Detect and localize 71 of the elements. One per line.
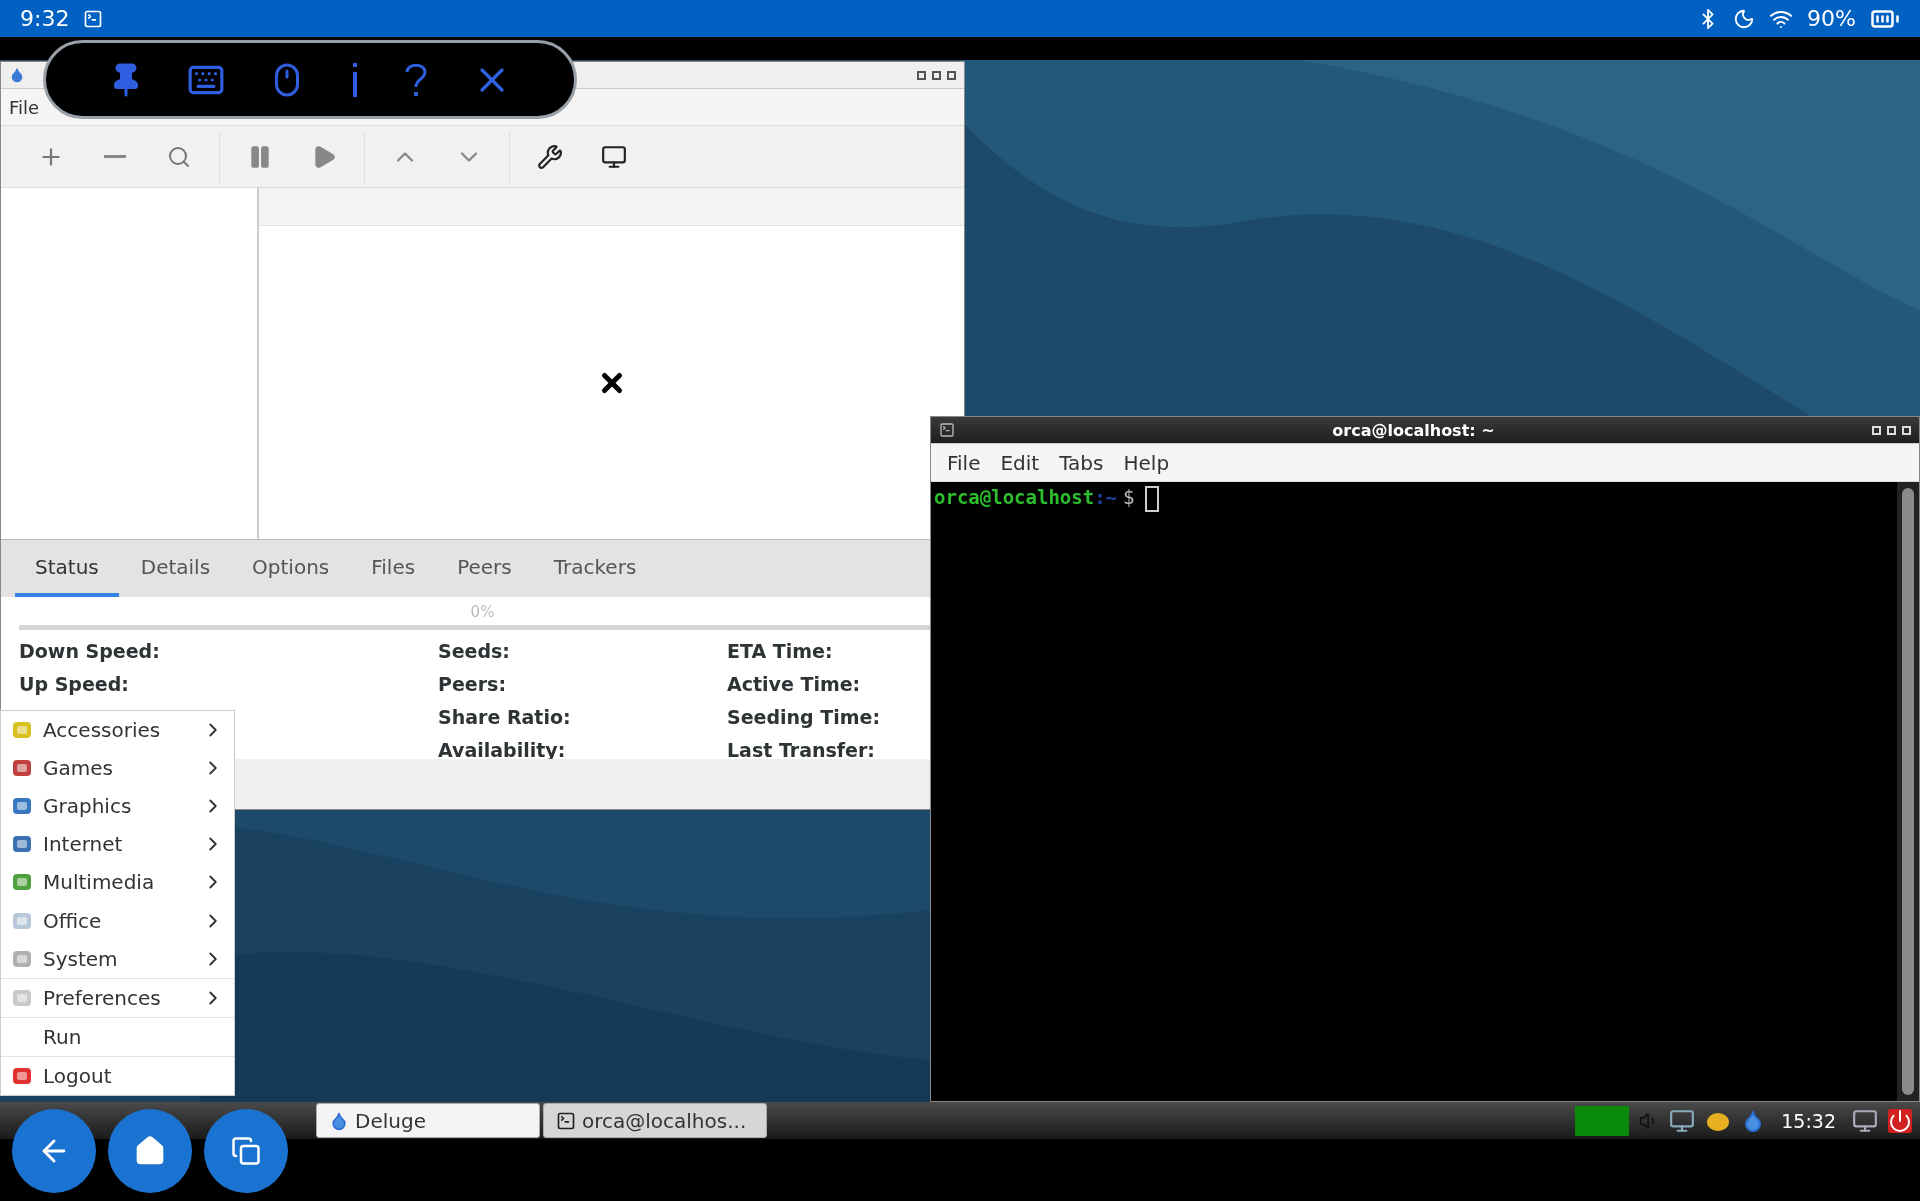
menu-item[interactable]: Office <box>1 901 234 940</box>
display-icon[interactable] <box>1852 1107 1878 1134</box>
monitor-icon <box>601 143 627 170</box>
text-cursor <box>1144 486 1159 512</box>
search-icon <box>167 144 191 169</box>
menu-label: System <box>43 946 119 971</box>
wrench-icon <box>537 143 563 170</box>
tab[interactable]: Files <box>351 540 436 597</box>
progress-label: 0% <box>470 603 495 621</box>
tab[interactable]: Peers <box>437 540 532 597</box>
window-title: orca@localhost: ~ <box>1331 420 1496 440</box>
menu-item[interactable]: Edit <box>994 448 1046 477</box>
menu-label: Internet <box>43 832 124 857</box>
terminal-icon <box>939 422 955 438</box>
menu-item[interactable]: File <box>9 94 40 120</box>
scrollbar-thumb[interactable] <box>1902 488 1914 1095</box>
taskbar-button[interactable]: orca@localhos... <box>543 1103 767 1138</box>
field-label: Peers: <box>438 672 507 697</box>
cpu-monitor <box>1575 1105 1630 1136</box>
clock-time: 15:32 <box>1781 1109 1836 1132</box>
tab[interactable]: Options <box>232 540 350 597</box>
field-label: Up Speed: <box>19 672 130 697</box>
menu-label: Logout <box>43 1063 113 1088</box>
field-label: Share Ratio: <box>438 705 572 730</box>
menu-item[interactable]: Graphics <box>1 787 234 826</box>
taskbar-button[interactable]: Deluge <box>316 1103 540 1138</box>
prompt-symbol: $ <box>1123 486 1135 508</box>
menu-item[interactable]: Internet <box>1 825 234 864</box>
menu-item[interactable]: Accessories <box>1 711 234 750</box>
menu-item[interactable]: File <box>941 448 987 477</box>
moon-icon <box>1733 7 1756 30</box>
menu-item[interactable]: Run <box>1 1016 234 1056</box>
drop-icon <box>329 1110 349 1131</box>
menu-item[interactable]: System <box>1 939 234 978</box>
field-label: Active Time: <box>727 672 862 697</box>
terminal-icon <box>83 8 104 29</box>
field-label: ETA Time: <box>727 639 834 664</box>
home-icon <box>134 1134 166 1167</box>
menu-item[interactable]: Games <box>1 749 234 788</box>
app-icon <box>9 67 25 83</box>
prompt-user: orca@localhost <box>934 486 1095 508</box>
power-icon[interactable] <box>1888 1108 1912 1133</box>
menu-label: Office <box>43 908 103 933</box>
menu-item[interactable]: Multimedia <box>1 863 234 902</box>
tab[interactable]: Trackers <box>533 540 657 597</box>
terminal-icon <box>556 1110 576 1131</box>
menu-label: Run <box>43 1024 83 1049</box>
menu-item[interactable]: Help <box>1117 448 1176 477</box>
minus-icon <box>104 155 126 158</box>
recents-icon <box>231 1135 261 1166</box>
prompt-path: :~ <box>1094 486 1118 508</box>
field-label: Seeds: <box>438 639 511 664</box>
menu-label: Accessories <box>43 718 162 743</box>
menu-label: Preferences <box>43 985 162 1010</box>
minimize-button[interactable] <box>917 70 926 80</box>
clock-time: 9:32 <box>20 6 70 31</box>
tab[interactable]: Details <box>120 540 231 597</box>
field-label: Seeding Time: <box>727 705 882 730</box>
menu-item[interactable]: Preferences <box>1 977 234 1017</box>
network-icon[interactable] <box>1669 1107 1696 1134</box>
menu-label: Multimedia <box>43 870 156 895</box>
menu-label: Games <box>43 756 114 781</box>
battery-percent: 90% <box>1807 6 1856 31</box>
field-label: Down Speed: <box>19 639 161 664</box>
field-label: Availability: <box>438 738 567 763</box>
field-label: Last Transfer: <box>727 738 876 763</box>
menu-label: Graphics <box>43 794 133 819</box>
menu-item[interactable]: Tabs <box>1053 448 1110 477</box>
menu-item[interactable]: Logout <box>1 1055 234 1095</box>
close-button[interactable] <box>947 70 956 80</box>
maximize-button[interactable] <box>932 70 941 80</box>
